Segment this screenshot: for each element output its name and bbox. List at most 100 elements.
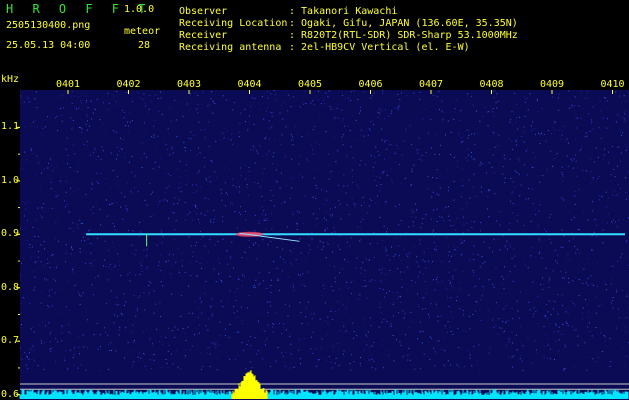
- noise-dot: [161, 113, 163, 115]
- noise-dot: [580, 148, 582, 150]
- noise-dot: [384, 109, 386, 110]
- noise-dot: [362, 262, 364, 264]
- noise-dot: [574, 195, 576, 197]
- noise-dot: [87, 319, 89, 321]
- noise-dot: [289, 286, 291, 288]
- noise-dot: [376, 176, 377, 178]
- noise-dot: [319, 208, 321, 210]
- noise-dot: [72, 354, 74, 356]
- noise-dot: [111, 350, 112, 351]
- y-axis-label: kHz: [1, 74, 20, 85]
- noise-dot: [588, 113, 590, 115]
- noise-dot: [127, 131, 129, 133]
- noise-dot: [213, 218, 215, 220]
- noise-dot: [351, 198, 353, 200]
- noise-dot: [517, 157, 519, 159]
- noise-dot: [526, 207, 528, 209]
- noise-dot: [502, 331, 504, 333]
- noise-dot: [319, 318, 321, 320]
- noise-dot: [574, 204, 576, 205]
- noise-dot: [501, 276, 503, 278]
- noise-dot: [252, 243, 254, 245]
- noise-dot: [197, 95, 199, 96]
- noise-dot: [50, 347, 52, 349]
- noise-dot: [423, 252, 425, 254]
- noise-dot: [359, 164, 361, 166]
- noise-dot: [538, 253, 540, 254]
- noise-dot: [373, 360, 375, 362]
- noise-dot: [524, 116, 526, 117]
- noise-dot: [441, 216, 443, 218]
- noise-dot: [475, 300, 477, 302]
- noise-dot: [288, 94, 290, 96]
- noise-dot: [554, 359, 555, 360]
- noise-dot: [331, 232, 333, 234]
- noise-dot: [479, 120, 481, 122]
- noise-dot: [52, 170, 54, 172]
- noise-dot: [60, 180, 62, 182]
- noise-dot: [481, 256, 483, 258]
- noise-dot: [602, 242, 604, 244]
- noise-dot: [185, 164, 187, 166]
- noise-dot: [415, 217, 417, 219]
- noise-dot: [429, 336, 431, 338]
- noise-dot: [114, 314, 116, 316]
- noise-dot: [228, 337, 230, 339]
- noise-dot: [80, 364, 82, 366]
- noise-dot: [281, 134, 283, 136]
- noise-dot: [360, 267, 362, 269]
- noise-dot: [356, 335, 358, 337]
- noise-dot: [462, 141, 464, 142]
- noise-dot: [556, 325, 557, 327]
- noise-dot: [572, 303, 574, 305]
- noise-dot: [258, 322, 260, 324]
- noise-dot: [263, 200, 265, 202]
- noise-dot: [381, 344, 383, 346]
- noise-dot: [36, 107, 38, 109]
- noise-dot: [128, 161, 130, 163]
- noise-dot: [153, 214, 154, 216]
- noise-dot: [608, 162, 610, 164]
- noise-dot: [611, 277, 613, 279]
- noise-dot: [358, 187, 360, 189]
- noise-dot: [587, 277, 589, 279]
- noise-dot: [547, 344, 549, 346]
- noise-dot: [534, 208, 536, 210]
- noise-dot: [541, 107, 543, 109]
- noise-dot: [471, 156, 473, 158]
- noise-dot: [386, 255, 388, 256]
- noise-dot: [439, 187, 441, 189]
- noise-dot: [106, 215, 108, 217]
- noise-dot: [386, 292, 387, 294]
- noise-dot: [591, 235, 593, 237]
- noise-dot: [293, 367, 295, 368]
- noise-dot: [44, 210, 45, 212]
- noise-dot: [64, 200, 66, 202]
- noise-dot: [364, 285, 366, 287]
- noise-dot: [168, 345, 170, 346]
- noise-dot: [113, 95, 114, 97]
- noise-dot: [556, 153, 558, 155]
- noise-dot: [312, 129, 314, 131]
- noise-dot: [512, 318, 514, 320]
- noise-dot: [170, 175, 172, 177]
- noise-dot: [383, 225, 385, 227]
- noise-dot: [164, 140, 166, 142]
- noise-dot: [261, 96, 263, 97]
- noise-dot: [113, 246, 115, 248]
- noise-dot: [76, 226, 78, 228]
- noise-dot: [24, 203, 26, 205]
- noise-dot: [181, 191, 183, 193]
- noise-dot: [134, 254, 136, 256]
- noise-dot: [37, 228, 39, 230]
- noise-dot: [165, 260, 167, 262]
- noise-dot: [26, 356, 28, 357]
- noise-dot: [524, 101, 526, 103]
- noise-dot: [32, 153, 34, 155]
- noise-dot: [342, 144, 344, 146]
- noise-dot: [620, 130, 622, 132]
- noise-dot: [235, 186, 237, 188]
- noise-dot: [444, 325, 446, 327]
- noise-dot: [155, 148, 157, 150]
- noise-dot: [495, 302, 497, 304]
